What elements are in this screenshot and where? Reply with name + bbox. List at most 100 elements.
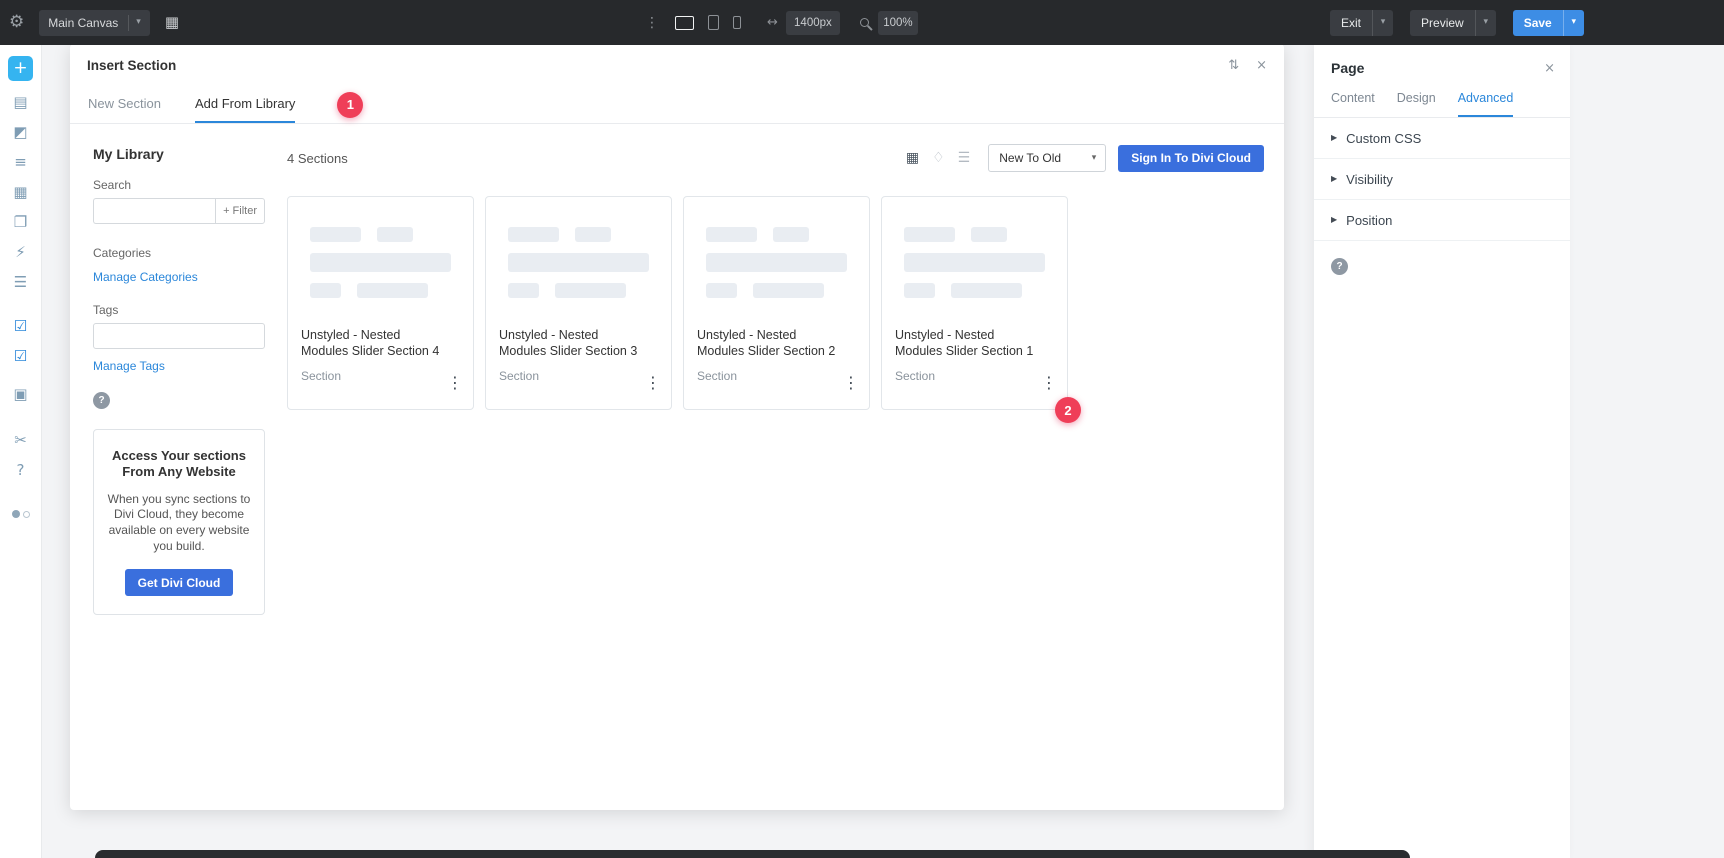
search-input[interactable] [93, 198, 216, 224]
card-menu-icon[interactable]: ⋮ [1041, 375, 1057, 391]
rows-icon[interactable]: ≡ [9, 150, 33, 174]
modal-title: Insert Section [87, 57, 177, 73]
panel-close-icon[interactable]: × [1544, 62, 1555, 75]
canvas-width-input[interactable] [785, 10, 840, 35]
tab-advanced[interactable]: Advanced [1457, 91, 1514, 117]
tablet-check-icon[interactable]: ☑ [9, 344, 33, 368]
design-icon[interactable]: ◩ [9, 120, 33, 144]
sort-select[interactable]: New To Old ▾ [988, 144, 1107, 172]
resize-handle-icon[interactable]: ⇅ [1228, 59, 1239, 72]
select-chevron-icon: ▾ [1091, 152, 1097, 163]
accordion-custom-css[interactable]: ▶ Custom CSS [1314, 118, 1570, 159]
sort-select-value: New To Old [999, 151, 1062, 165]
preview-button-group: Preview ▾ [1410, 9, 1496, 36]
grid-view-icon[interactable]: ▦ [906, 151, 919, 165]
manage-categories-link[interactable]: Manage Categories [93, 270, 265, 284]
tab-design[interactable]: Design [1397, 91, 1436, 117]
tags-label: Tags [93, 303, 119, 317]
categories-label: Categories [93, 246, 152, 260]
insert-section-modal: Insert Section ⇅ × New Section Add From … [70, 44, 1284, 810]
topbar-kebab-icon[interactable]: ⋮ [645, 16, 659, 30]
caret-right-icon: ▶ [1331, 133, 1338, 142]
zoom-icon [859, 18, 869, 27]
list-view-icon[interactable]: ☰ [958, 151, 971, 165]
layers-icon[interactable]: ▤ [9, 90, 33, 114]
exit-chevron-icon[interactable]: ▾ [1372, 9, 1394, 36]
modal-tab-bar: New Section Add From Library 1 [70, 86, 1284, 124]
settings-gear-icon[interactable]: ⚙ [9, 14, 24, 31]
card-menu-icon[interactable]: ⋮ [447, 375, 463, 391]
library-heading: My Library [93, 146, 164, 162]
section-thumbnail [882, 197, 1067, 298]
accordion-visibility[interactable]: ▶ Visibility [1314, 159, 1570, 200]
library-section-card[interactable]: Unstyled - Nested Modules Slider Section… [881, 196, 1068, 410]
builder-mode-toggle[interactable] [11, 510, 30, 518]
accordion-label: Position [1346, 212, 1393, 228]
canvas-width-icon: ↔ [767, 15, 778, 30]
help-icon[interactable]: ? [9, 458, 33, 482]
save-button[interactable]: Save [1512, 9, 1563, 36]
section-type-label: Section [895, 368, 936, 383]
tags-input[interactable] [93, 323, 265, 349]
library-section-card[interactable]: Unstyled - Nested Modules Slider Section… [683, 196, 870, 410]
section-type-label: Section [499, 368, 540, 383]
library-section-card[interactable]: Unstyled - Nested Modules Slider Section… [485, 196, 672, 410]
grid-icon[interactable]: ▦ [9, 180, 33, 204]
scissors-icon[interactable]: ✂ [9, 428, 33, 452]
layout-grid-icon[interactable]: ▦ [165, 15, 179, 30]
promo-body: When you sync sections to Divi Cloud, th… [107, 491, 251, 554]
canvas-selector[interactable]: Main Canvas ▾ [39, 9, 150, 36]
desktop-check-icon[interactable]: ☑ [9, 314, 33, 338]
tab-add-from-library[interactable]: Add From Library [194, 86, 296, 123]
card-menu-icon[interactable]: ⋮ [843, 375, 859, 391]
library-section-card[interactable]: Unstyled - Nested Modules Slider Section… [287, 196, 474, 410]
accordion-label: Visibility [1346, 171, 1393, 187]
section-title: Unstyled - Nested Modules Slider Section… [499, 328, 638, 359]
close-icon[interactable]: × [1256, 59, 1267, 72]
exit-button[interactable]: Exit [1330, 9, 1373, 36]
page-settings-bar[interactable] [95, 850, 1410, 858]
library-help-icon[interactable]: ? [93, 392, 110, 409]
manage-tags-link[interactable]: Manage Tags [93, 359, 265, 373]
tag-view-icon[interactable]: ♢ [932, 151, 945, 165]
step-2-badge: 2 [1055, 397, 1081, 423]
section-type-label: Section [697, 368, 738, 383]
card-menu-icon[interactable]: ⋮ [645, 375, 661, 391]
section-thumbnail [486, 197, 671, 298]
canvas-selector-label: Main Canvas [48, 15, 119, 30]
desktop-view-icon[interactable] [675, 15, 694, 30]
exit-button-group: Exit ▾ [1330, 9, 1394, 36]
get-divi-cloud-button[interactable]: Get Divi Cloud [124, 569, 234, 597]
phone-view-icon[interactable] [733, 16, 741, 29]
tab-content[interactable]: Content [1331, 91, 1375, 117]
page-settings-panel: Page × Content Design Advanced ▶ Custom … [1314, 45, 1570, 858]
search-label: Search [93, 178, 132, 192]
divi-cloud-promo-card: Access Your sections From Any Website Wh… [93, 429, 265, 616]
accordion-label: Custom CSS [1346, 130, 1422, 146]
images-icon[interactable]: ▣ [9, 382, 33, 406]
section-thumbnail [288, 197, 473, 298]
tablet-view-icon[interactable] [708, 15, 719, 30]
section-title: Unstyled - Nested Modules Slider Section… [895, 328, 1034, 359]
section-title: Unstyled - Nested Modules Slider Section… [697, 328, 836, 359]
library-results: 4 Sections ▦ ♢ ☰ New To Old ▾ Sign In To… [287, 144, 1264, 615]
zoom-level-input[interactable] [877, 10, 918, 35]
filter-button[interactable]: + Filter [215, 198, 265, 224]
add-section-button[interactable]: + [8, 56, 33, 81]
duplicate-icon[interactable]: ❐ [9, 210, 33, 234]
panel-tab-bar: Content Design Advanced [1314, 76, 1570, 118]
toggle-on-dot [11, 510, 20, 518]
builder-topbar: ⚙ Main Canvas ▾ ▦ ⋮ ↔ Exit ▾ Preview ▾ S… [0, 0, 1724, 45]
sign-in-divi-cloud-button[interactable]: Sign In To Divi Cloud [1118, 144, 1264, 172]
promo-title: Access Your sections From Any Website [112, 448, 246, 480]
panel-title: Page [1331, 60, 1365, 76]
wireframe-icon[interactable]: ☰ [9, 270, 33, 294]
accordion-position[interactable]: ▶ Position [1314, 200, 1570, 241]
library-sidebar: My Library Search + Filter Categories Ma… [93, 144, 265, 616]
tab-new-section[interactable]: New Section [88, 86, 161, 123]
lightning-icon[interactable]: ⚡ [9, 240, 33, 264]
preview-button[interactable]: Preview [1410, 9, 1475, 36]
save-chevron-icon[interactable]: ▾ [1562, 9, 1584, 36]
panel-help-icon[interactable]: ? [1331, 258, 1348, 275]
preview-chevron-icon[interactable]: ▾ [1474, 9, 1496, 36]
